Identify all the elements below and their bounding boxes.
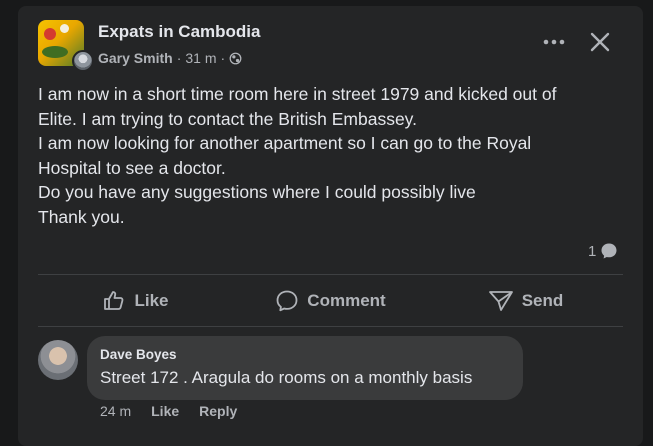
commenter-avatar[interactable] xyxy=(38,340,78,380)
flower-shape xyxy=(44,28,56,40)
close-icon[interactable] xyxy=(584,26,616,58)
comment-meta: 24 m Like Reply xyxy=(100,403,237,419)
post-body: I am now in a short time room here in st… xyxy=(38,82,623,229)
author-avatar[interactable] xyxy=(72,50,94,72)
post-actions: Like Comment Send xyxy=(38,276,623,326)
post-text-line: Elite. I am trying to contact the Britis… xyxy=(38,108,417,129)
comment-like-link[interactable]: Like xyxy=(151,403,179,419)
like-label: Like xyxy=(134,291,169,310)
comment-text: Street 172 . Aragula do rooms on a month… xyxy=(100,368,473,387)
meta-separator: · xyxy=(220,50,226,66)
post-time[interactable]: 31 m xyxy=(185,50,216,66)
flower-shape xyxy=(60,24,69,33)
post-card: Expats in Cambodia Gary Smith · 31 m · I… xyxy=(18,6,643,446)
post-text-line: I am now looking for another apartment s… xyxy=(38,133,532,153)
divider xyxy=(38,274,623,275)
like-button[interactable]: Like xyxy=(38,281,233,321)
comment-bubble: Dave Boyes Street 172 . Aragula do rooms… xyxy=(87,336,523,400)
post-meta: Gary Smith · 31 m · xyxy=(98,50,242,66)
more-options-icon[interactable] xyxy=(536,28,572,56)
comment-time[interactable]: 24 m xyxy=(100,403,131,419)
comment-bubble-icon xyxy=(600,242,618,260)
send-label: Send xyxy=(521,291,564,310)
post-text-line: Hospital to see a doctor. xyxy=(38,157,226,178)
comment-reply-link[interactable]: Reply xyxy=(199,403,237,419)
leaf-shape xyxy=(42,46,68,58)
divider xyxy=(38,326,623,327)
author-name[interactable]: Gary Smith xyxy=(98,50,173,66)
comment-icon xyxy=(275,289,299,313)
post-text-line: Do you have any suggestions where I coul… xyxy=(38,182,476,202)
comment-button[interactable]: Comment xyxy=(233,281,428,321)
comment-count-number: 1 xyxy=(588,242,597,260)
group-name[interactable]: Expats in Cambodia xyxy=(98,22,260,42)
commenter-name[interactable]: Dave Boyes xyxy=(100,347,177,362)
thumbs-up-icon xyxy=(102,289,126,313)
meta-separator: · xyxy=(176,50,182,66)
send-icon xyxy=(488,289,514,313)
send-button[interactable]: Send xyxy=(428,281,623,321)
post-text-line: Thank you. xyxy=(38,206,125,227)
comment-label: Comment xyxy=(307,291,386,310)
globe-icon[interactable] xyxy=(229,52,242,65)
comment-count[interactable]: 1 xyxy=(588,242,618,260)
post-text-line: I am now in a short time room here in st… xyxy=(38,84,557,104)
